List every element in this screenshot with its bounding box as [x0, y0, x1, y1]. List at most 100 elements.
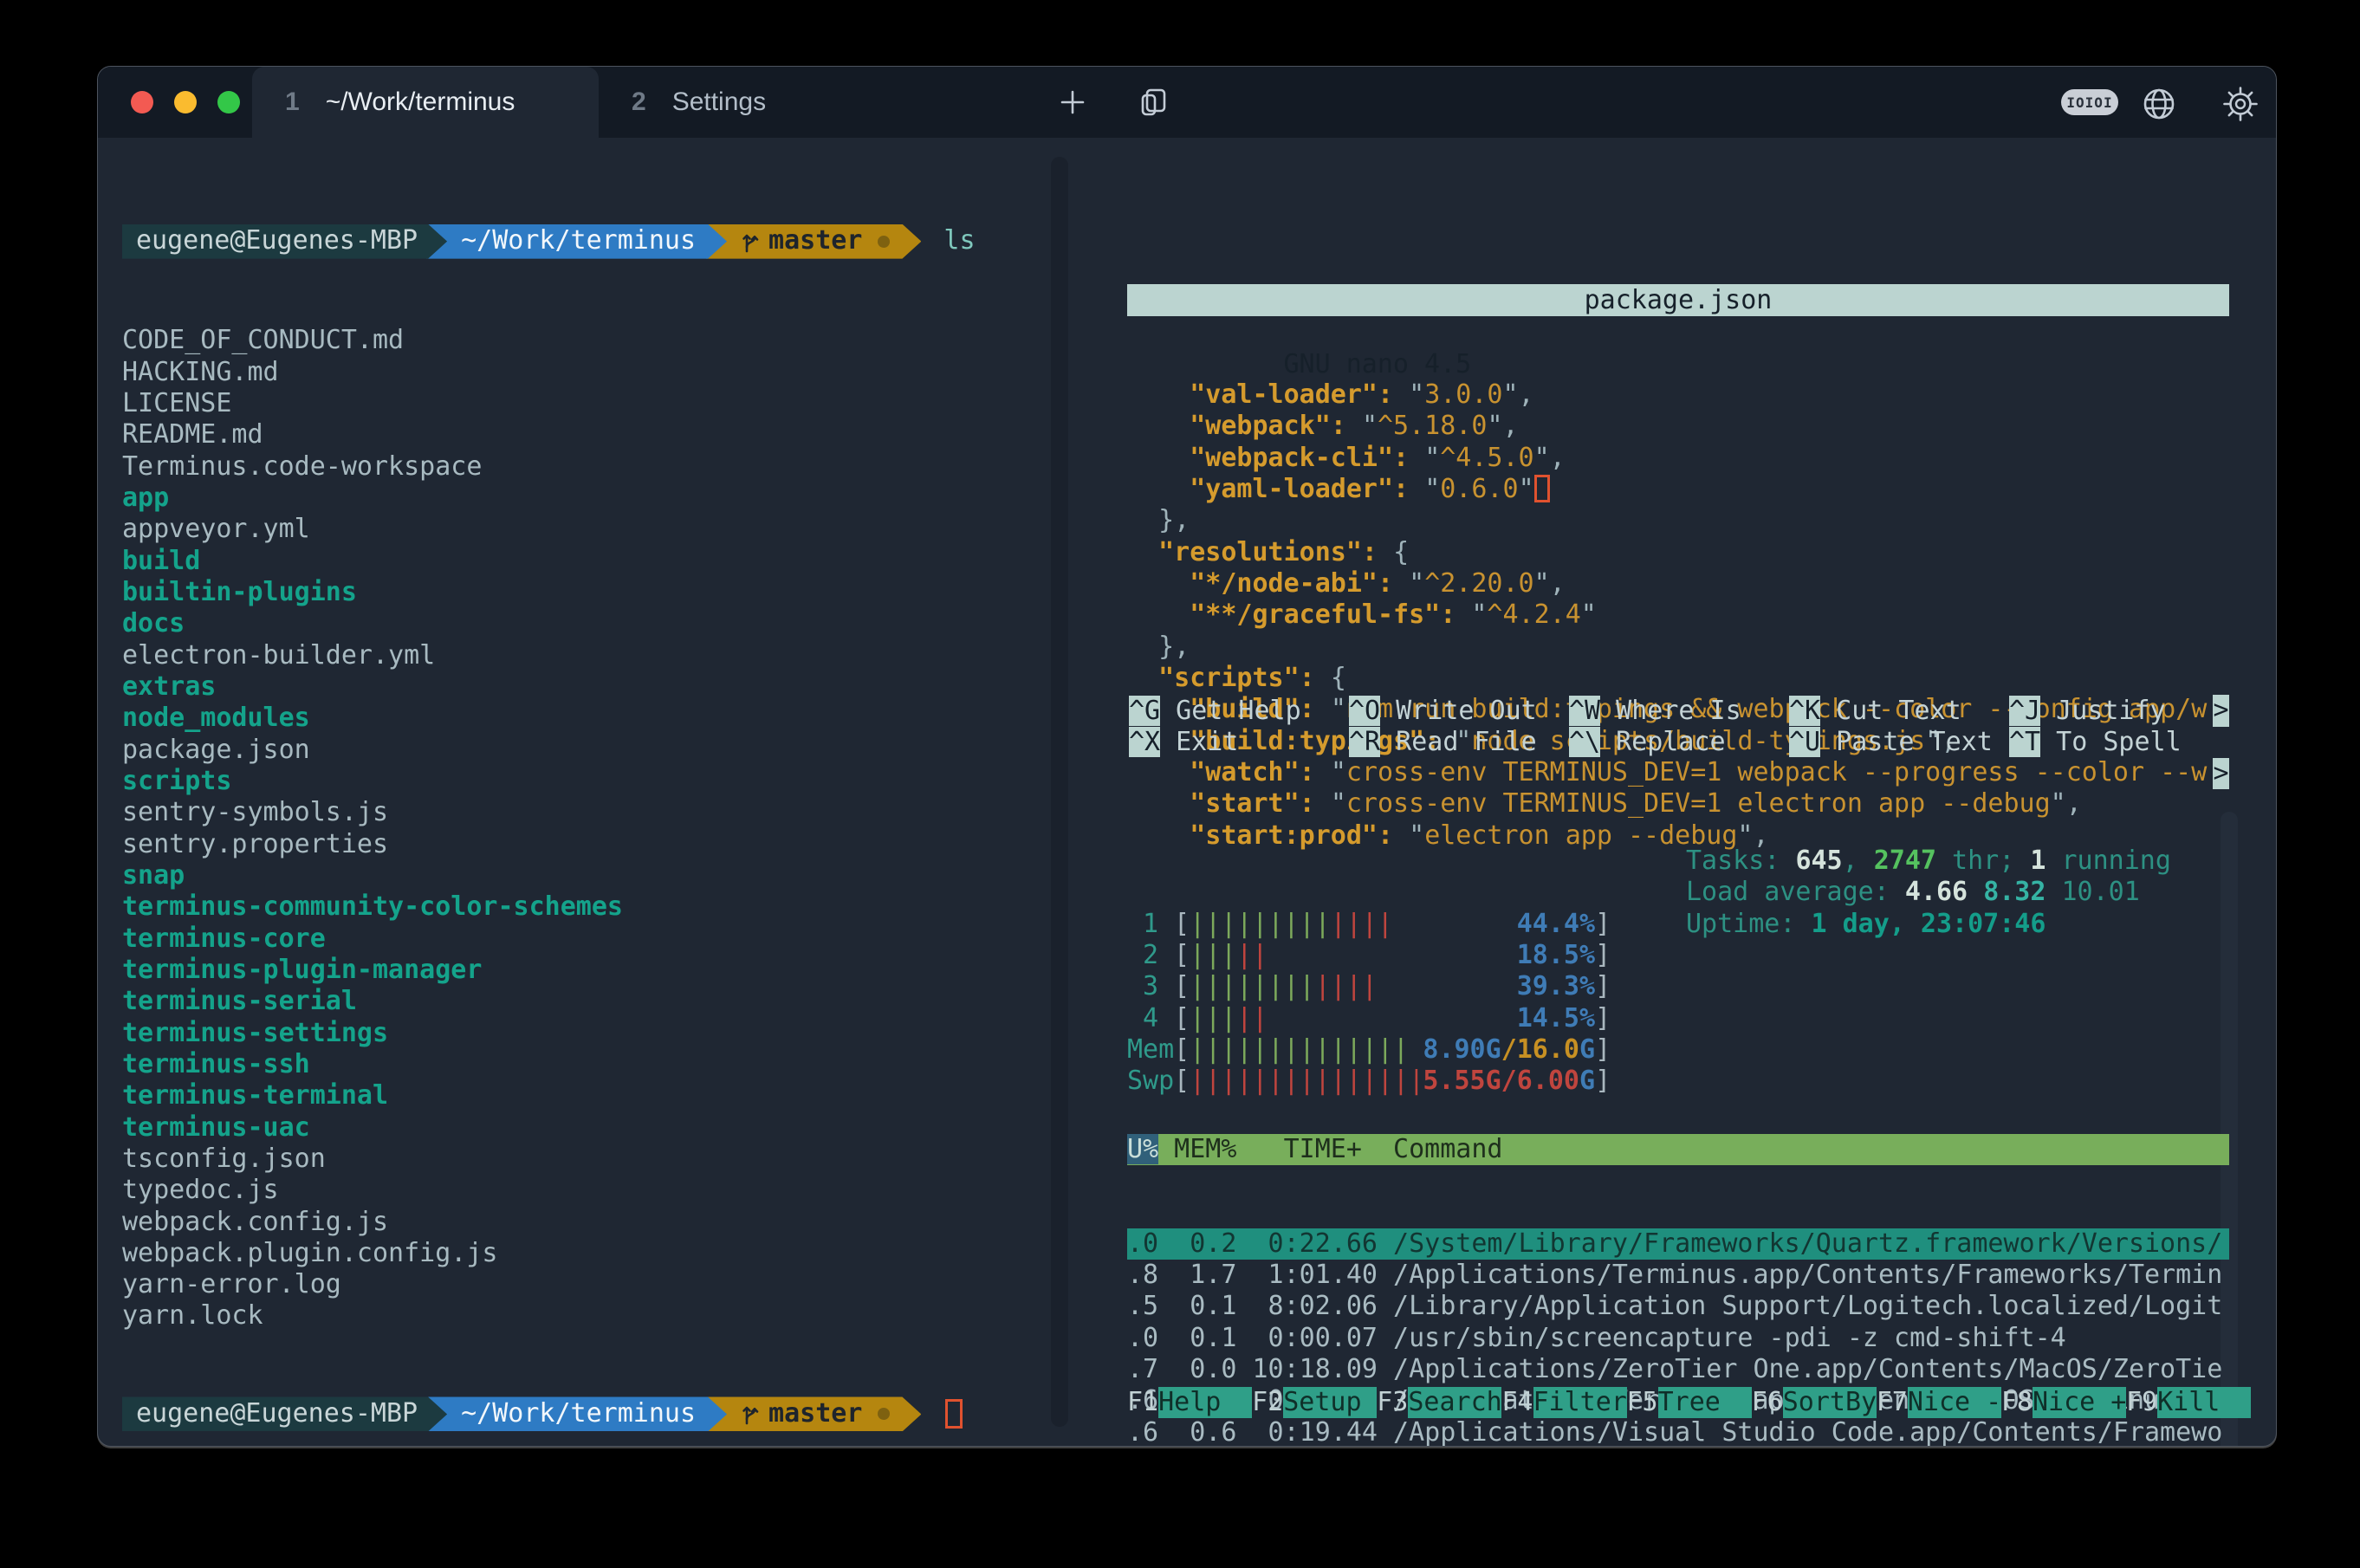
shortcut-key: ^W [1569, 696, 1600, 726]
nano-cursor [1534, 475, 1550, 502]
process-row: .0 0.1 0:00.07 /usr/sbin/screencapture -… [1127, 1323, 2229, 1354]
file-item: tsconfig.json [122, 1144, 1049, 1175]
file-item: webpack.config.js [122, 1207, 1049, 1238]
nano-editor: "val-loader": "3.0.0", "webpack": "^5.18… [1127, 379, 2229, 852]
serial-keyboard-icon[interactable]: IOIOI [2061, 89, 2118, 115]
new-tab-button[interactable] [1053, 82, 1092, 122]
process-table-header[interactable]: U% MEM% TIME+ Command [1127, 1134, 2229, 1165]
shortcut-key: ^O [1349, 696, 1380, 726]
dir-item: docs [122, 608, 1049, 639]
shortcut-key: ^R [1349, 727, 1380, 757]
meter-bar: |||||14.5% [1190, 1003, 1595, 1034]
dir-item: extras [122, 671, 1049, 703]
tab-terminal[interactable]: 1 ~/Work/terminus [252, 67, 599, 138]
nano-shortcut: ^U Paste Text [1789, 727, 2009, 758]
shortcut-label: Write Out [1380, 696, 1537, 726]
git-dirty-dot [878, 1408, 890, 1420]
file-item: electron-builder.yml [122, 640, 1049, 671]
htop-meter: 4 [|||||14.5%] [1127, 1003, 2229, 1034]
htop-info: Tasks: 645, 2747 thr; 1 runningLoad aver… [1686, 846, 2171, 940]
prompt-git-segment: master [706, 224, 921, 259]
htop-info-line: Load average: 4.66 8.32 10.01 [1686, 877, 2171, 908]
file-item: README.md [122, 419, 1049, 450]
git-branch-icon [741, 229, 760, 255]
file-list: CODE_OF_CONDUCT.mdHACKING.mdLICENSEREADM… [122, 325, 1049, 1332]
minimize-button[interactable] [174, 91, 197, 113]
settings-button[interactable] [2221, 84, 2260, 124]
dir-item: terminus-serial [122, 986, 1049, 1017]
close-button[interactable] [131, 91, 153, 113]
nano-line: "start": "cross-env TERMINUS_DEV=1 elect… [1127, 788, 2229, 820]
fkey-label: Setup [1283, 1387, 1377, 1418]
meter-bar: |||||18.5% [1190, 940, 1595, 971]
shortcut-label: Cut Text [1820, 696, 1961, 726]
dir-item: terminus-ssh [122, 1049, 1049, 1080]
dir-item: terminus-plugin-manager [122, 955, 1049, 986]
nano-shortcut-bar: ^G Get Help^O Write Out^W Where Is^K Cut… [1129, 696, 2229, 759]
dir-item: terminus-community-color-schemes [122, 891, 1049, 923]
prompt-user-segment: eugene@Eugenes-MBP [122, 1396, 447, 1431]
shortcut-key: ^X [1129, 727, 1160, 757]
meter-label: 3 [1127, 971, 1174, 1002]
dir-item: terminus-core [122, 923, 1049, 955]
file-item: yarn.lock [122, 1300, 1049, 1332]
fkey-number: F7 [1877, 1387, 1908, 1417]
fkey-number: F6 [1752, 1387, 1783, 1417]
left-pane-scrollbar[interactable] [1051, 157, 1068, 1427]
screen: 1 ~/Work/terminus 2 Settings IOIO [0, 0, 2360, 1568]
dir-item: scripts [122, 766, 1049, 797]
fkey-label: Nice - [1908, 1387, 2001, 1418]
meter-value: 8.90G/16.0G [1423, 1034, 1595, 1066]
meter-label: Mem [1127, 1034, 1174, 1066]
terminus-window: 1 ~/Work/terminus 2 Settings IOIO [97, 66, 2277, 1447]
tab-index: 2 [632, 87, 646, 117]
dir-item: terminus-uac [122, 1112, 1049, 1144]
titlebar: 1 ~/Work/terminus 2 Settings IOIO [98, 67, 2276, 138]
meter-value: 39.3% [1517, 971, 1595, 1002]
tab-list-button[interactable] [1134, 82, 1174, 122]
nano-shortcut: ^J Justify [2009, 696, 2229, 727]
htop-meter: 3 [||||||||||||39.3%] [1127, 971, 2229, 1002]
file-item: LICENSE [122, 388, 1049, 419]
fkey-number: F5 [1627, 1387, 1658, 1417]
shortcut-label: Exit [1160, 727, 1238, 757]
nano-shortcut: ^X Exit [1129, 727, 1349, 758]
nano-line: "*/node-abi": "^2.20.0", [1127, 568, 2229, 599]
tab-index: 1 [285, 87, 300, 117]
sort-column-header[interactable]: U% [1127, 1134, 1158, 1164]
plus-icon [1056, 86, 1089, 119]
shell-prompt: eugene@Eugenes-MBP ~/Work/terminus maste… [122, 1396, 1049, 1431]
nano-shortcut: ^R Read File [1349, 727, 1569, 758]
meter-bar: ||||||||||||||8.90G/16.0G [1190, 1034, 1595, 1066]
file-item: appveyor.yml [122, 514, 1049, 545]
fkey-label: Help [1158, 1387, 1252, 1418]
nano-line: "watch": "cross-env TERMINUS_DEV=1 webpa… [1127, 757, 2229, 788]
globe-button[interactable] [2139, 84, 2179, 124]
tab-settings[interactable]: 2 Settings [599, 67, 945, 138]
file-item: package.json [122, 735, 1049, 766]
nano-line: }, [1127, 505, 2229, 536]
dir-item: app [122, 483, 1049, 514]
git-branch-name: master [768, 225, 862, 256]
shortcut-key: ^U [1789, 727, 1820, 757]
fkey-label: SortBy [1783, 1387, 1877, 1418]
shortcut-label: Replace [1600, 727, 1726, 757]
tab-label: ~/Work/terminus [326, 87, 515, 117]
zoom-button[interactable] [217, 91, 240, 113]
tab-stack-icon [1137, 85, 1171, 120]
file-item: CODE_OF_CONDUCT.md [122, 325, 1049, 356]
shortcut-label: Justify [2040, 696, 2166, 726]
shortcut-label: Read File [1380, 727, 1537, 757]
fkey-number: F4 [1501, 1387, 1533, 1417]
file-item: Terminus.code-workspace [122, 451, 1049, 483]
git-dirty-dot [878, 236, 890, 248]
shell-prompt: eugene@Eugenes-MBP ~/Work/terminus maste… [122, 224, 1049, 259]
process-row: .8 1.7 1:01.40 /Applications/Terminus.ap… [1127, 1260, 2229, 1291]
nano-line: "webpack": "^5.18.0", [1127, 411, 2229, 442]
meter-bar: |||||||||||||44.4% [1190, 909, 1595, 940]
nano-shortcut: ^G Get Help [1129, 696, 1349, 727]
fkey-label: Tree [1658, 1387, 1752, 1418]
fkey-label: Kill [2157, 1387, 2251, 1418]
dir-item: node_modules [122, 703, 1049, 734]
line-truncation-marker: > [2213, 758, 2229, 789]
